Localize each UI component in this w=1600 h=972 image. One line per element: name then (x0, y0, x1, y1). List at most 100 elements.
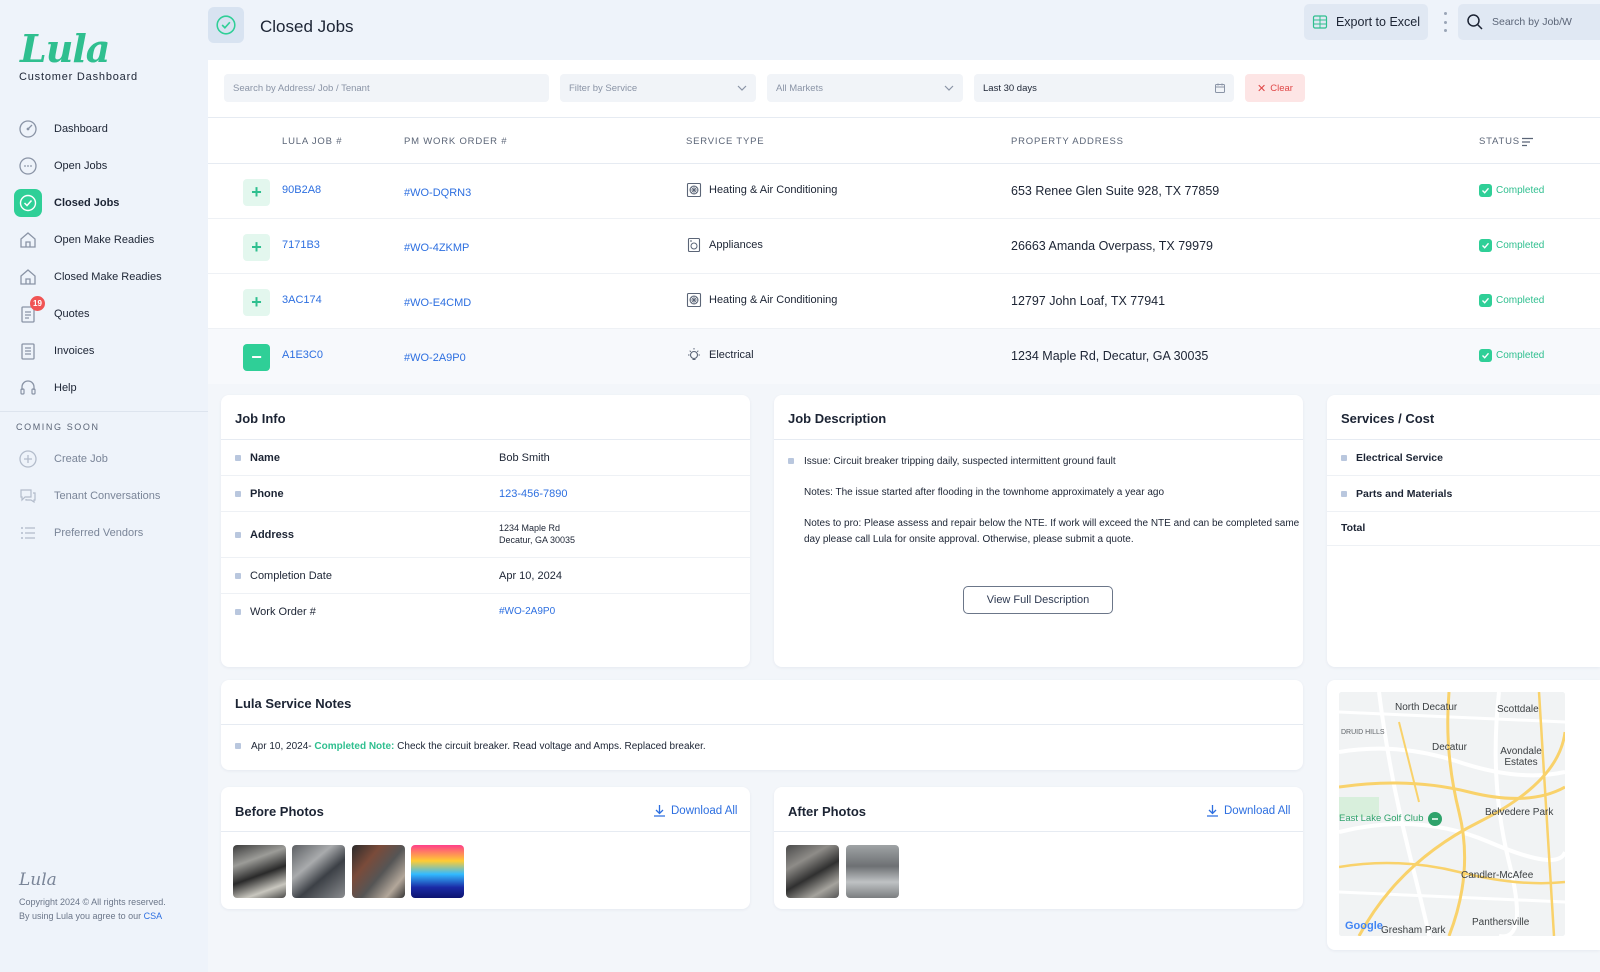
expand-row-button[interactable]: + (243, 289, 270, 316)
before-photo-thumbnail[interactable] (352, 845, 405, 898)
lula-logo[interactable]: Lula (20, 26, 110, 71)
expand-row-button[interactable]: + (243, 234, 270, 261)
table-row-expanded[interactable]: − A1E3C0 #WO-2A9P0 Electrical 1234 Maple… (208, 329, 1600, 384)
note-date: Apr 10, 2024- (251, 741, 312, 752)
agreement-text: By using Lula you agree to our CSA (19, 909, 166, 923)
download-all-label: Download All (671, 804, 738, 817)
thermal-photo-thumbnail[interactable] (411, 845, 464, 898)
check-icon (1479, 294, 1492, 307)
csa-link[interactable]: CSA (144, 911, 163, 921)
location-map[interactable]: North Decatur Scottdale DRUID HILLS Deca… (1339, 692, 1565, 936)
list-icon (14, 519, 42, 547)
google-logo: Google (1345, 920, 1383, 932)
bullet (1341, 491, 1347, 497)
collapse-row-button[interactable]: − (243, 344, 270, 371)
map-label: Belvedere Park (1485, 807, 1554, 818)
view-full-description-button[interactable]: View Full Description (963, 586, 1113, 614)
quotes-icon: 19 (14, 295, 45, 328)
service-type-label: Appliances (709, 239, 763, 251)
sidebar-item-label: Preferred Vendors (54, 526, 144, 539)
sidebar-item-open-jobs[interactable]: Open Jobs (14, 147, 200, 184)
expand-row-button[interactable]: + (243, 179, 270, 206)
clear-filters-button[interactable]: ✕ Clear (1245, 74, 1305, 102)
bullet (235, 532, 241, 538)
services-cost-title: Services / Cost (1341, 411, 1435, 426)
address-line-2: Decatur, GA 30035 (499, 535, 576, 545)
table-row[interactable]: + 7171B3 #WO-4ZKMP Appliances 26663 Aman… (208, 219, 1600, 274)
table-row[interactable]: + 90B2A8 #WO-DQRN3 Heating & Air Conditi… (208, 164, 1600, 219)
divider (221, 724, 1303, 725)
after-photo-thumbnail[interactable] (846, 845, 899, 898)
sidebar-item-label: Quotes (54, 307, 90, 320)
column-header-work-order[interactable]: PM WORK ORDER # (404, 136, 507, 147)
markets-filter-select[interactable]: All Markets (767, 74, 963, 102)
work-order-link[interactable]: #WO-E4CMD (404, 297, 471, 309)
map-label: Decatur (1432, 742, 1468, 753)
search-icon (1467, 14, 1483, 30)
sidebar-item-label: Open Jobs (54, 159, 108, 172)
before-photo-thumbnail[interactable] (233, 845, 286, 898)
sidebar-item-dashboard[interactable]: Dashboard (14, 110, 200, 147)
plus-circle-icon (14, 445, 42, 473)
check-icon (1479, 239, 1492, 252)
job-number-link[interactable]: 3AC174 (282, 294, 322, 306)
house-icon (14, 226, 42, 254)
clear-label: Clear (1270, 82, 1293, 94)
top-search-input[interactable]: Search by Job/W (1458, 4, 1600, 40)
sort-icon[interactable] (1522, 137, 1533, 147)
page-title: Closed Jobs (260, 17, 354, 36)
completion-date-value: Apr 10, 2024 (499, 570, 562, 582)
export-to-excel-button[interactable]: Export to Excel (1304, 4, 1428, 40)
dashboard-icon (14, 115, 42, 143)
sidebar-item-closed-make-readies[interactable]: Closed Make Readies (14, 258, 200, 295)
work-order-link[interactable]: #WO-DQRN3 (404, 187, 471, 199)
work-order-link[interactable]: #WO-4ZKMP (404, 242, 469, 254)
markets-filter-value: All Markets (776, 82, 823, 94)
job-number-link[interactable]: 7171B3 (282, 239, 320, 251)
column-header-address[interactable]: PROPERTY ADDRESS (1011, 136, 1124, 147)
download-all-before-button[interactable]: Download All (653, 804, 737, 817)
total-row: Total (1327, 512, 1600, 546)
info-row-phone: Phone 123-456-7890 (221, 476, 750, 512)
bullet (1341, 455, 1347, 461)
status-label: Completed (1496, 350, 1545, 361)
column-header-job[interactable]: LULA JOB # (282, 136, 342, 147)
sidebar-item-help[interactable]: Help (14, 369, 200, 406)
info-row-address: Address 1234 Maple Rd Decatur, GA 30035 (221, 512, 750, 558)
column-header-status[interactable]: STATUS (1479, 136, 1520, 147)
map-label: DRUID HILLS (1341, 729, 1385, 736)
bullet (235, 573, 241, 579)
work-order-link[interactable]: #WO-2A9P0 (404, 352, 466, 364)
sidebar-item-invoices[interactable]: Invoices (14, 332, 200, 369)
coming-soon-header: COMING SOON (16, 422, 100, 432)
divider (221, 831, 750, 832)
info-row-work-order: Work Order # #WO-2A9P0 (221, 594, 750, 630)
address-search-input[interactable]: Search by Address/ Job / Tenant (224, 74, 549, 102)
sidebar-item-tenant-conversations: Tenant Conversations (14, 477, 200, 514)
sidebar-item-quotes[interactable]: 19 Quotes (14, 295, 200, 332)
column-header-service[interactable]: SERVICE TYPE (686, 136, 764, 147)
coming-soon-nav: Create Job Tenant Conversations Preferre… (14, 440, 200, 551)
status-badge: Completed (1479, 349, 1544, 362)
service-filter-select[interactable]: Filter by Service (560, 74, 756, 102)
check-circle-icon (208, 7, 244, 43)
close-icon: ✕ (1257, 82, 1267, 95)
sidebar-item-label: Closed Jobs (54, 196, 120, 209)
sidebar-item-preferred-vendors: Preferred Vendors (14, 514, 200, 551)
work-order-link[interactable]: #WO-2A9P0 (499, 606, 555, 617)
sidebar-nav: Dashboard Open Jobs Closed Jobs Open Mak… (14, 110, 200, 406)
date-range-picker[interactable]: Last 30 days (974, 74, 1234, 102)
table-row[interactable]: + 3AC174 #WO-E4CMD Heating & Air Conditi… (208, 274, 1600, 329)
job-number-link[interactable]: 90B2A8 (282, 184, 321, 196)
after-photo-thumbnail[interactable] (786, 845, 839, 898)
before-photo-thumbnail[interactable] (292, 845, 345, 898)
download-all-after-button[interactable]: Download All (1206, 804, 1290, 817)
sidebar-item-closed-jobs[interactable]: Closed Jobs (14, 184, 200, 221)
sidebar-item-open-make-readies[interactable]: Open Make Readies (14, 221, 200, 258)
map-label: Panthersville (1472, 917, 1530, 928)
phone-link[interactable]: 123-456-7890 (499, 488, 568, 500)
invoice-icon (14, 337, 42, 365)
job-number-link[interactable]: A1E3C0 (282, 349, 323, 361)
more-options-icon[interactable] (1442, 12, 1448, 32)
check-circle-icon (14, 188, 42, 217)
